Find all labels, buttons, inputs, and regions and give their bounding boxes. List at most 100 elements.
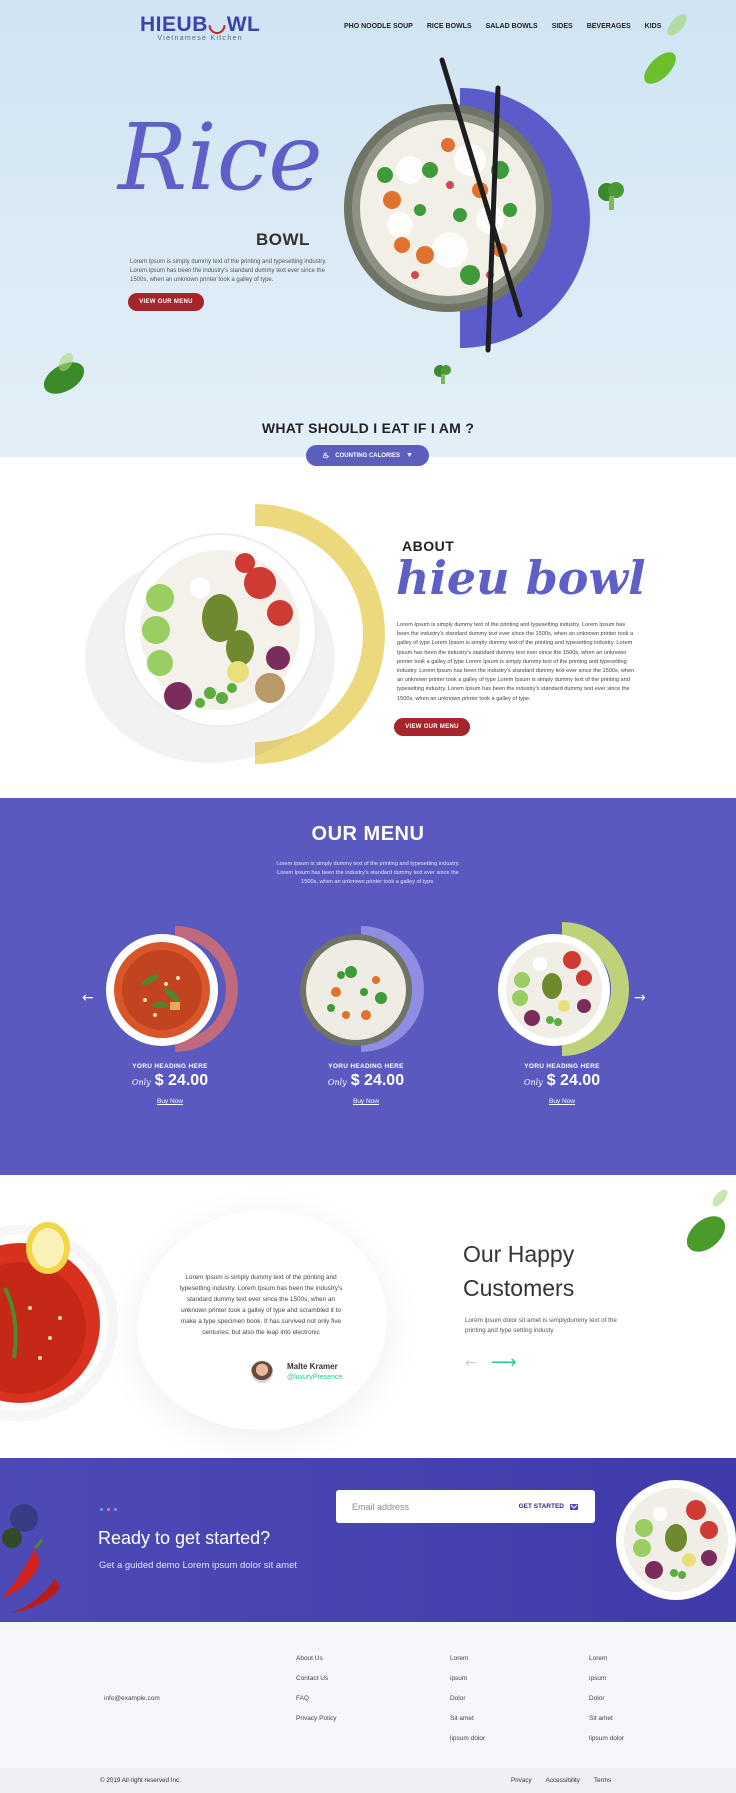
footer-link[interactable]: ipsum [589,1675,624,1683]
buy-now-link[interactable]: Buy Now [549,1098,575,1105]
salad-bowl-image [616,1480,736,1600]
view-menu-button[interactable]: VIEW OUR MENU [128,293,204,311]
decorative-dots [100,1508,117,1511]
footer-link[interactable]: Dolor [589,1695,624,1703]
footer-link[interactable]: Lorem [589,1655,624,1663]
footer-column-2: Lorem ipsum Dolor Sit amet lipsum dolor [450,1655,485,1743]
soup-bowl-image [106,926,238,1052]
leaf-icon [667,14,687,36]
footer: info@example.com About Us Contact Us FAQ… [0,1622,736,1768]
main-nav: PHO NOODLE SOUP RICE BOWLS SALAD BOWLS S… [344,23,661,30]
rice-bowl-image [300,926,424,1052]
rice-bowl-image [344,57,590,353]
bowl-o-icon: ◡ [207,13,227,36]
hero-description: Lorem Ipsum is simply dummy text of the … [130,259,327,283]
salad-bowl-image [85,504,385,764]
soup-bowl-image [0,1222,118,1421]
happy-customers-title: Our Happy Customers [463,1241,575,1301]
legal-link-privacy[interactable]: Privacy [511,1777,532,1784]
footer-link[interactable]: Sit amet [589,1715,624,1723]
get-started-button[interactable]: GET STARTED [519,1502,579,1512]
menu-card: YORU HEADING HERE Only $ 24.00 Buy Now [100,920,240,1108]
flame-icon: ♨ [322,451,330,460]
eat-question-heading: WHAT SHOULD I EAT IF I AM ? [261,420,475,436]
menu-description: Lorem Ipsum is simply dummy text of the … [276,861,460,885]
menu-section: OUR MENU Lorem Ipsum is simply dummy tex… [0,798,736,1175]
hero-script-title: Rice [118,104,323,211]
get-started-label: GET STARTED [518,1503,564,1510]
author-name: Malte Kramer [287,1362,338,1371]
footer-link[interactable]: ipsum [450,1675,485,1683]
testimonial-next-arrow-icon[interactable]: ⟶ [491,1352,517,1373]
dropdown-label: COUNTING CALORIES [335,452,400,459]
cta-title: Ready to get started? [98,1528,271,1548]
buy-now-link[interactable]: Buy Now [157,1098,183,1105]
footer-email[interactable]: info@example.com [104,1695,160,1702]
avatar [251,1361,273,1383]
brand-logo[interactable]: HIEUB◡WL Vietnamese Kitchen [140,12,260,42]
nav-salad-bowls[interactable]: SALAD BOWLS [486,23,538,30]
broccoli-icon [434,365,451,384]
card-heading: YORU HEADING HERE [328,1063,404,1070]
buy-now-link[interactable]: Buy Now [353,1098,379,1105]
brand-name: HIEUB◡WL [140,13,261,36]
menu-prev-arrow-icon[interactable]: ← [82,990,94,1006]
counting-calories-dropdown[interactable]: ♨ COUNTING CALORIES ▼ [306,445,429,466]
hero-section: HIEUB◡WL Vietnamese Kitchen PHO NOODLE S… [0,0,736,466]
cta-subtitle: Get a guided demo Lorem ipsum dolor sit … [99,1560,298,1571]
hero-subtitle: BOWL [256,230,310,249]
broccoli-icon [598,182,624,210]
brand-tagline: Vietnamese Kitchen [157,35,243,42]
footer-link-privacy-policy[interactable]: Privacy Policy [296,1715,336,1723]
testimonial-nav: ← ⟶ [465,1352,517,1373]
menu-card: YORU HEADING HERE Only $ 24.00 Buy Now [296,920,436,1108]
testimonial-prev-arrow-icon[interactable]: ← [465,1355,477,1371]
card-price: Only $ 24.00 [131,1072,209,1089]
nav-beverages[interactable]: BEVERAGES [587,23,631,30]
card-price: Only $ 24.00 [327,1072,405,1089]
footer-link-contact[interactable]: Contact Us [296,1675,336,1683]
testimonial-quote: Lorem Ipsum is simply dummy text of the … [179,1274,343,1336]
leaf-icon [686,1189,728,1252]
footer-link[interactable]: Lorem [450,1655,485,1663]
footer-link[interactable]: Dolor [450,1695,485,1703]
bottom-bar: © 2019 All right reserved Inc. Privacy A… [0,1768,736,1793]
footer-link[interactable]: lipsum dolor [450,1735,485,1743]
legal-link-terms[interactable]: Terms [594,1777,611,1784]
about-script-title: hieu bowl [396,551,646,605]
footer-column-3: Lorem ipsum Dolor Sit amet lipsum dolor [589,1655,624,1743]
email-input[interactable] [352,1501,492,1512]
card-price: Only $ 24.00 [523,1072,601,1089]
footer-link-faq[interactable]: FAQ [296,1695,336,1703]
chili-icon [2,1504,60,1613]
cta-section: Ready to get started? Get a guided demo … [0,1458,736,1622]
footer-link[interactable]: lipsum dolor [589,1735,624,1743]
send-icon [570,1503,578,1510]
legal-link-accessibility[interactable]: Accessibility [546,1777,580,1784]
menu-card: YORU HEADING HERE Only $ 24.00 Buy Now [492,920,632,1108]
blob-bubble-shape [174,1354,206,1386]
footer-link-about[interactable]: About Us [296,1655,336,1663]
page: HIEUB◡WL Vietnamese Kitchen PHO NOODLE S… [0,0,736,1793]
chevron-down-icon: ▼ [405,452,413,459]
footer-column-1: About Us Contact Us FAQ Privacy Policy [296,1655,336,1723]
leaf-icon [644,52,676,84]
menu-title: OUR MENU [311,823,425,845]
about-description: Lorem Ipsum is simply dummy text of the … [397,622,635,702]
legal-links: Privacy Accessibility Terms [511,1777,611,1784]
card-heading: YORU HEADING HERE [524,1063,600,1070]
salad-bowl-image [498,922,629,1056]
about-view-menu-button[interactable]: VIEW OUR MENU [394,718,470,736]
copyright: © 2019 All right reserved Inc. [100,1777,181,1784]
email-form: GET STARTED [336,1490,595,1523]
nav-kids[interactable]: KIDS [645,23,662,30]
card-heading: YORU HEADING HERE [132,1063,208,1070]
footer-link[interactable]: Sit amet [450,1715,485,1723]
nav-sides[interactable]: SIDES [552,23,573,30]
author-handle[interactable]: @luxuryPresence [287,1374,342,1381]
nav-rice-bowls[interactable]: RICE BOWLS [427,23,472,30]
nav-pho-noodle-soup[interactable]: PHO NOODLE SOUP [344,23,413,30]
happy-customers-description: Lorem ipsum dolor sit amet is simplydumm… [465,1317,617,1334]
leaf-icon [43,352,85,394]
menu-next-arrow-icon[interactable]: → [634,990,646,1006]
